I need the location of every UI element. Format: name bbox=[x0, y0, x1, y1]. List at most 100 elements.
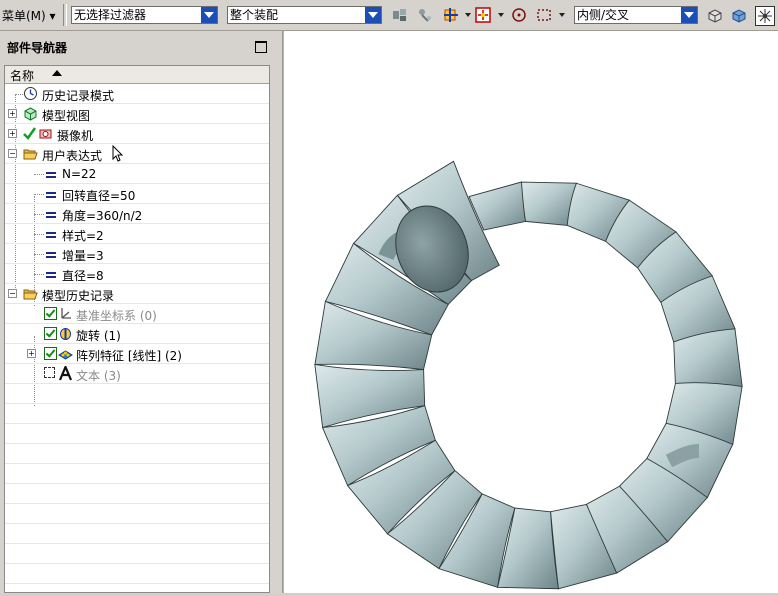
open-folder-icon bbox=[23, 289, 38, 300]
tree-empty-row bbox=[5, 504, 269, 524]
chevron-down-icon[interactable] bbox=[559, 13, 565, 17]
selection-filter-value: 无选择过滤器 bbox=[74, 8, 147, 22]
graphics-viewport[interactable] bbox=[283, 31, 778, 593]
tree-empty-row bbox=[5, 484, 269, 504]
tree-node-label: 摄像机 bbox=[57, 129, 94, 143]
tree-empty-row bbox=[5, 544, 269, 564]
navigator-tree[interactable]: 名称 历史记录模式 + 模型视图 + 摄像机 − 用户表达式 N=22 回转直径… bbox=[4, 65, 270, 593]
checkbox-checked[interactable] bbox=[44, 307, 57, 320]
checkbox-unchecked[interactable] bbox=[44, 367, 55, 378]
tree-node-user-expressions[interactable]: − 用户表达式 bbox=[5, 144, 269, 164]
tree-node-expression[interactable]: 角度=360/n/2 bbox=[5, 204, 269, 224]
selection-filter-dropdown[interactable]: 无选择过滤器 bbox=[71, 6, 218, 24]
expand-plus-icon[interactable]: + bbox=[27, 349, 36, 358]
tree-empty-row bbox=[5, 424, 269, 444]
clock-icon bbox=[24, 87, 37, 100]
text-icon bbox=[58, 366, 73, 381]
component-icon[interactable] bbox=[442, 6, 460, 24]
maximize-icon[interactable] bbox=[255, 41, 267, 53]
pattern-icon bbox=[58, 350, 73, 360]
tree-empty-row bbox=[5, 524, 269, 544]
wireframe-view-icon[interactable] bbox=[706, 6, 724, 24]
equals-icon bbox=[46, 232, 56, 238]
tree-empty-row bbox=[5, 444, 269, 464]
tree-empty-row bbox=[5, 404, 269, 424]
tree-connector bbox=[34, 254, 44, 255]
tree-node-expression[interactable]: 回转直径=50 bbox=[5, 184, 269, 204]
tree-connector bbox=[34, 274, 44, 275]
revolve-icon bbox=[60, 328, 71, 340]
tree-node-label: 回转直径=50 bbox=[62, 189, 136, 203]
tree-node-expression[interactable]: 增量=3 bbox=[5, 244, 269, 264]
top-toolbar: 菜单(M) ▾ 无选择过滤器 整个装配 内侧/交叉 bbox=[0, 0, 778, 31]
datum-csys-icon bbox=[61, 308, 71, 319]
tree-empty-row bbox=[5, 564, 269, 584]
tree-node-datum-csys[interactable]: 基准坐标系 (0) bbox=[5, 304, 269, 324]
tree-node-label: 样式=2 bbox=[62, 229, 104, 243]
tree-node-label: 阵列特征 [线性] (2) bbox=[76, 349, 182, 363]
coordinate-triad-icon[interactable] bbox=[755, 6, 775, 26]
snap-point-icon[interactable] bbox=[416, 6, 434, 24]
ring-segments bbox=[314, 160, 743, 590]
open-folder-icon bbox=[23, 149, 38, 160]
tree-connector bbox=[34, 214, 44, 215]
equals-icon bbox=[46, 192, 56, 198]
column-header-name[interactable]: 名称 bbox=[5, 66, 269, 84]
menu-button[interactable]: 菜单(M) ▾ bbox=[2, 7, 56, 24]
expand-plus-icon[interactable]: + bbox=[8, 129, 17, 138]
tree-empty-row bbox=[5, 464, 269, 484]
tree-node-label: N=22 bbox=[62, 167, 97, 181]
expand-plus-icon[interactable]: + bbox=[8, 109, 17, 118]
tree-node-expression[interactable]: 直径=8 bbox=[5, 264, 269, 284]
tree-node-pattern-feature[interactable]: + 阵列特征 [线性] (2) bbox=[5, 344, 269, 364]
camera-icon bbox=[39, 129, 52, 139]
chevron-down-icon[interactable] bbox=[498, 13, 504, 17]
tree-node-expression[interactable]: 样式=2 bbox=[5, 224, 269, 244]
tree-node-label: 历史记录模式 bbox=[42, 89, 115, 103]
selection-mode-dropdown[interactable]: 内侧/交叉 bbox=[574, 6, 698, 24]
mouse-cursor-icon bbox=[112, 145, 124, 162]
chevron-down-icon[interactable] bbox=[465, 13, 471, 17]
tree-node-label: 基准坐标系 (0) bbox=[76, 309, 157, 323]
tree-node-model-history[interactable]: − 模型历史记录 bbox=[5, 284, 269, 304]
assembly-filter-icon[interactable] bbox=[391, 6, 409, 24]
tree-node-expression[interactable]: N=22 bbox=[5, 164, 269, 184]
equals-icon bbox=[46, 212, 56, 218]
tree-node-revolve[interactable]: 旋转 (1) bbox=[5, 324, 269, 344]
dropdown-arrow-icon bbox=[201, 7, 217, 23]
tree-node-label: 角度=360/n/2 bbox=[62, 209, 143, 223]
dropdown-arrow-icon bbox=[681, 7, 697, 23]
circle-select-icon[interactable] bbox=[510, 6, 528, 24]
equals-icon bbox=[46, 252, 56, 258]
tree-node-cameras[interactable]: + 摄像机 bbox=[5, 124, 269, 144]
selection-scope-dropdown[interactable]: 整个装配 bbox=[227, 6, 382, 24]
tree-node-model-views[interactable]: + 模型视图 bbox=[5, 104, 269, 124]
tree-node-label: 模型历史记录 bbox=[42, 289, 115, 303]
tree-node-history-mode[interactable]: 历史记录模式 bbox=[5, 84, 269, 104]
equals-icon bbox=[46, 272, 56, 278]
tree-node-label: 增量=3 bbox=[62, 249, 104, 263]
selection-mode-value: 内侧/交叉 bbox=[577, 8, 630, 22]
rectangle-select-icon[interactable] bbox=[535, 6, 553, 24]
checkbox-checked[interactable] bbox=[44, 327, 57, 340]
part-navigator-panel: 部件导航器 名称 历史记录模式 + 模型视图 + 摄像机 − 用户表达式 N=2… bbox=[0, 31, 283, 593]
tree-connector bbox=[34, 174, 44, 175]
panel-title: 部件导航器 bbox=[7, 41, 68, 55]
toolbar-separator bbox=[63, 4, 67, 26]
checkmark-icon bbox=[23, 127, 36, 140]
tree-node-label: 文本 (3) bbox=[76, 369, 121, 383]
model-view-icon bbox=[24, 107, 37, 121]
feature-point-icon[interactable] bbox=[474, 6, 492, 24]
tree-node-label: 用户表达式 bbox=[42, 149, 103, 163]
tree-connector bbox=[34, 194, 44, 195]
dropdown-arrow-icon bbox=[365, 7, 381, 23]
collapse-minus-icon[interactable]: − bbox=[8, 289, 17, 298]
spiral-ring-model[interactable] bbox=[284, 31, 778, 593]
shaded-view-icon[interactable] bbox=[730, 6, 748, 24]
sort-ascending-icon bbox=[52, 70, 62, 76]
tree-connector bbox=[15, 94, 23, 95]
tree-node-label: 模型视图 bbox=[42, 109, 91, 123]
tree-node-text[interactable]: 文本 (3) bbox=[5, 364, 269, 384]
collapse-minus-icon[interactable]: − bbox=[8, 149, 17, 158]
checkbox-checked[interactable] bbox=[44, 347, 57, 360]
